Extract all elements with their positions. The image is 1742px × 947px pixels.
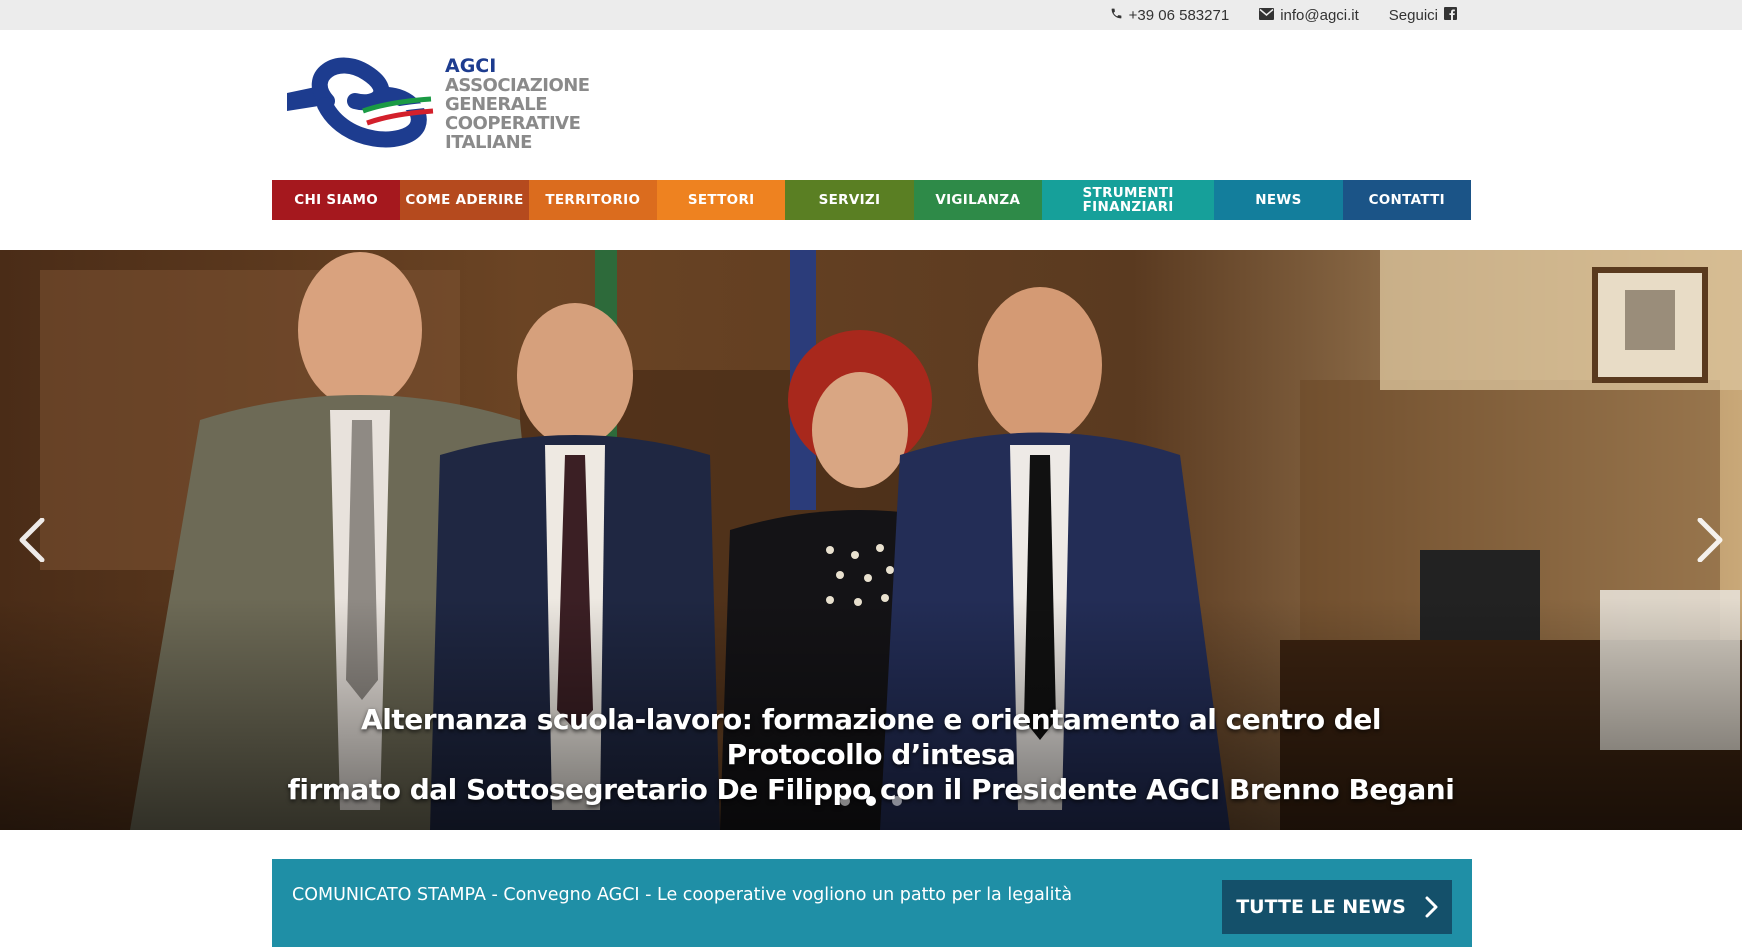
nav-label: STRUMENTI FINANZIARI (1082, 185, 1174, 215)
main-navigation: CHI SIAMO COME ADERIRE TERRITORIO SETTOR… (272, 180, 1471, 220)
nav-label: CONTATTI (1368, 192, 1445, 208)
facebook-icon (1444, 6, 1457, 24)
phone-link[interactable]: +39 06 583271 (1110, 6, 1230, 24)
news-headline-link[interactable]: COMUNICATO STAMPA - Convegno AGCI - Le c… (292, 885, 1072, 905)
news-ticker-bar: COMUNICATO STAMPA - Convegno AGCI - Le c… (272, 859, 1472, 947)
carousel-prev-button[interactable] (12, 510, 52, 570)
nav-item-territorio[interactable]: TERRITORIO (528, 180, 657, 220)
nav-label: VIGILANZA (935, 192, 1021, 208)
nav-item-contatti[interactable]: CONTATTI (1342, 180, 1471, 220)
email-link[interactable]: info@agci.it (1259, 7, 1359, 24)
logo-line-4: ITALIANE (445, 132, 532, 153)
carousel-dot-2[interactable] (866, 796, 876, 806)
nav-label: SETTORI (687, 192, 755, 208)
nav-item-come-aderire[interactable]: COME ADERIRE (400, 180, 529, 220)
logo-wordmark: AGCI ASSOCIAZIONE GENERALE COOPERATIVE I… (445, 55, 590, 153)
nav-item-settori[interactable]: SETTORI (656, 180, 786, 220)
hero-caption[interactable]: Alternanza scuola-lavoro: formazione e o… (280, 702, 1462, 807)
nav-item-servizi[interactable]: SERVIZI (785, 180, 914, 220)
nav-item-news[interactable]: NEWS (1214, 180, 1343, 220)
envelope-icon (1259, 7, 1275, 24)
carousel-dot-1[interactable] (840, 796, 850, 806)
follow-facebook-link[interactable]: Seguici (1388, 6, 1457, 24)
carousel-dot-3[interactable] (892, 796, 902, 806)
nav-label: SERVIZI (818, 192, 881, 208)
chevron-right-icon (1425, 896, 1438, 918)
agci-knot-mark (287, 57, 434, 148)
nav-item-vigilanza[interactable]: VIGILANZA (913, 180, 1042, 220)
nav-label: NEWS (1255, 192, 1302, 208)
chevron-left-icon (19, 518, 45, 562)
top-utility-bar: +39 06 583271 info@agci.it Seguici (0, 0, 1742, 30)
hero-caption-line-1: Alternanza scuola-lavoro: formazione e o… (361, 703, 1381, 771)
nav-item-strumenti-finanziari[interactable]: STRUMENTI FINANZIARI (1041, 180, 1215, 220)
nav-label: CHI SIAMO (294, 192, 379, 208)
carousel-indicators (0, 796, 1742, 806)
nav-label: COME ADERIRE (405, 192, 524, 208)
logo-line-2: GENERALE (445, 94, 547, 115)
logo-line-3: COOPERATIVE (445, 113, 581, 134)
agci-logo[interactable]: AGCI ASSOCIAZIONE GENERALE COOPERATIVE I… (285, 55, 590, 155)
nav-label: TERRITORIO (545, 192, 641, 208)
all-news-label: TUTTE LE NEWS (1236, 896, 1406, 918)
phone-number: +39 06 583271 (1128, 6, 1230, 24)
logo-line-1: ASSOCIAZIONE (445, 75, 590, 96)
carousel-next-button[interactable] (1690, 510, 1730, 570)
logo-acronym: AGCI (445, 55, 497, 77)
follow-label: Seguici (1388, 6, 1438, 24)
hero-slider: Alternanza scuola-lavoro: formazione e o… (0, 250, 1742, 830)
phone-icon (1110, 7, 1123, 23)
nav-item-chi-siamo[interactable]: CHI SIAMO (272, 180, 401, 220)
chevron-right-icon (1697, 518, 1723, 562)
all-news-button[interactable]: TUTTE LE NEWS (1222, 880, 1452, 934)
email-address: info@agci.it (1280, 6, 1359, 24)
